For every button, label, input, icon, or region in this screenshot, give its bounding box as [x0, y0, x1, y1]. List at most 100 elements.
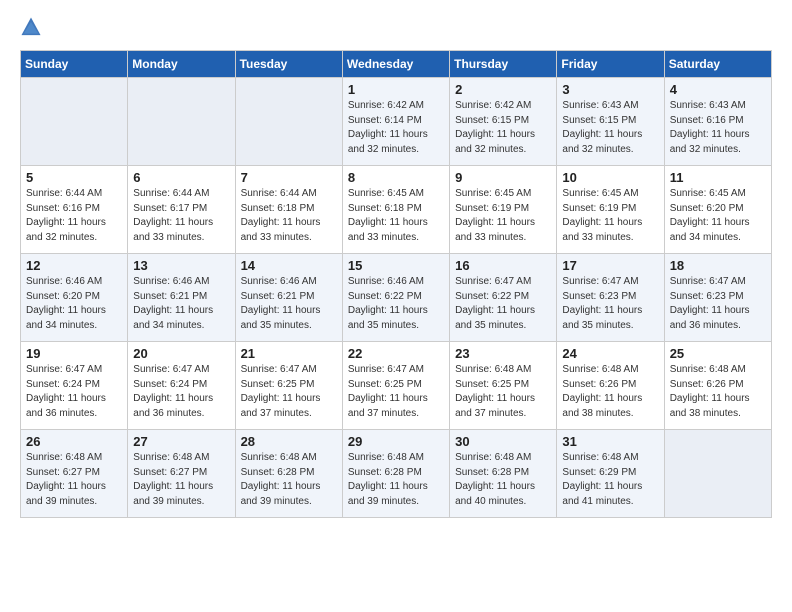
day-info: Sunrise: 6:48 AM Sunset: 6:28 PM Dayligh… — [455, 451, 551, 509]
calendar-cell: 13 Sunrise: 6:46 AM Sunset: 6:21 PM Dayli… — [128, 254, 235, 342]
logo-icon — [20, 16, 42, 38]
calendar-cell: 20 Sunrise: 6:47 AM Sunset: 6:24 PM Dayli… — [128, 342, 235, 430]
day-number: 18 — [670, 258, 766, 273]
calendar-cell: 24 Sunrise: 6:48 AM Sunset: 6:26 PM Dayli… — [557, 342, 664, 430]
weekday-header: Tuesday — [235, 51, 342, 78]
day-number: 11 — [670, 170, 766, 185]
calendar-cell: 7 Sunrise: 6:44 AM Sunset: 6:18 PM Daylig… — [235, 166, 342, 254]
page: SundayMondayTuesdayWednesdayThursdayFrid… — [0, 0, 792, 612]
day-number: 6 — [133, 170, 229, 185]
calendar-cell: 30Sunrise: 6:48 AM Sunset: 6:28 PM Dayli… — [450, 430, 557, 518]
day-info: Sunrise: 6:43 AM Sunset: 6:15 PM Dayligh… — [562, 99, 658, 157]
day-number: 14 — [241, 258, 337, 273]
calendar-table: SundayMondayTuesdayWednesdayThursdayFrid… — [20, 50, 772, 518]
weekday-header: Thursday — [450, 51, 557, 78]
day-info: Sunrise: 6:48 AM Sunset: 6:28 PM Dayligh… — [348, 451, 444, 509]
calendar-cell: 2Sunrise: 6:42 AM Sunset: 6:15 PM Daylig… — [450, 78, 557, 166]
calendar-cell — [235, 78, 342, 166]
day-info: Sunrise: 6:47 AM Sunset: 6:25 PM Dayligh… — [241, 363, 337, 421]
day-info: Sunrise: 6:45 AM Sunset: 6:19 PM Dayligh… — [562, 187, 658, 245]
day-number: 8 — [348, 170, 444, 185]
weekday-header: Friday — [557, 51, 664, 78]
day-number: 22 — [348, 346, 444, 361]
calendar-cell: 19 Sunrise: 6:47 AM Sunset: 6:24 PM Dayli… — [21, 342, 128, 430]
day-number: 24 — [562, 346, 658, 361]
day-info: Sunrise: 6:45 AM Sunset: 6:19 PM Dayligh… — [455, 187, 551, 245]
day-info: Sunrise: 6:48 AM Sunset: 6:27 PM Dayligh… — [26, 451, 122, 509]
calendar-week-row: 19 Sunrise: 6:47 AM Sunset: 6:24 PM Dayli… — [21, 342, 772, 430]
calendar-cell: 8 Sunrise: 6:45 AM Sunset: 6:18 PM Daylig… — [342, 166, 449, 254]
calendar-cell: 1 Sunrise: 6:42 AM Sunset: 6:14 PM Daylig… — [342, 78, 449, 166]
day-info: Sunrise: 6:47 AM Sunset: 6:24 PM Dayligh… — [26, 363, 122, 421]
day-info: Sunrise: 6:47 AM Sunset: 6:24 PM Dayligh… — [133, 363, 229, 421]
calendar-week-row: 26 Sunrise: 6:48 AM Sunset: 6:27 PM Dayli… — [21, 430, 772, 518]
calendar-cell: 21 Sunrise: 6:47 AM Sunset: 6:25 PM Dayli… — [235, 342, 342, 430]
day-info: Sunrise: 6:47 AM Sunset: 6:23 PM Dayligh… — [562, 275, 658, 333]
calendar-cell: 26 Sunrise: 6:48 AM Sunset: 6:27 PM Dayli… — [21, 430, 128, 518]
day-number: 26 — [26, 434, 122, 449]
day-number: 19 — [26, 346, 122, 361]
calendar-cell — [128, 78, 235, 166]
day-info: Sunrise: 6:46 AM Sunset: 6:20 PM Dayligh… — [26, 275, 122, 333]
calendar-cell: 17 Sunrise: 6:47 AM Sunset: 6:23 PM Dayli… — [557, 254, 664, 342]
calendar-cell: 10 Sunrise: 6:45 AM Sunset: 6:19 PM Dayli… — [557, 166, 664, 254]
day-number: 4 — [670, 82, 766, 97]
day-number: 3 — [562, 82, 658, 97]
logo — [20, 16, 48, 38]
day-number: 7 — [241, 170, 337, 185]
calendar-cell — [21, 78, 128, 166]
header — [20, 16, 772, 38]
day-number: 27 — [133, 434, 229, 449]
weekday-header: Wednesday — [342, 51, 449, 78]
weekday-header-row: SundayMondayTuesdayWednesdayThursdayFrid… — [21, 51, 772, 78]
calendar-cell: 28 Sunrise: 6:48 AM Sunset: 6:28 PM Dayli… — [235, 430, 342, 518]
day-info: Sunrise: 6:44 AM Sunset: 6:17 PM Dayligh… — [133, 187, 229, 245]
day-info: Sunrise: 6:48 AM Sunset: 6:29 PM Dayligh… — [562, 451, 658, 509]
calendar-cell: 23 Sunrise: 6:48 AM Sunset: 6:25 PM Dayli… — [450, 342, 557, 430]
calendar-cell: 16 Sunrise: 6:47 AM Sunset: 6:22 PM Dayli… — [450, 254, 557, 342]
day-info: Sunrise: 6:44 AM Sunset: 6:16 PM Dayligh… — [26, 187, 122, 245]
day-number: 13 — [133, 258, 229, 273]
calendar-cell — [664, 430, 771, 518]
calendar-cell: 18Sunrise: 6:47 AM Sunset: 6:23 PM Dayli… — [664, 254, 771, 342]
calendar-week-row: 12 Sunrise: 6:46 AM Sunset: 6:20 PM Dayli… — [21, 254, 772, 342]
day-info: Sunrise: 6:45 AM Sunset: 6:18 PM Dayligh… — [348, 187, 444, 245]
day-number: 28 — [241, 434, 337, 449]
day-number: 21 — [241, 346, 337, 361]
calendar-cell: 3 Sunrise: 6:43 AM Sunset: 6:15 PM Daylig… — [557, 78, 664, 166]
day-number: 17 — [562, 258, 658, 273]
calendar-week-row: 5Sunrise: 6:44 AM Sunset: 6:16 PM Daylig… — [21, 166, 772, 254]
day-info: Sunrise: 6:44 AM Sunset: 6:18 PM Dayligh… — [241, 187, 337, 245]
calendar-cell: 31Sunrise: 6:48 AM Sunset: 6:29 PM Dayli… — [557, 430, 664, 518]
day-info: Sunrise: 6:48 AM Sunset: 6:28 PM Dayligh… — [241, 451, 337, 509]
calendar-cell: 14 Sunrise: 6:46 AM Sunset: 6:21 PM Dayli… — [235, 254, 342, 342]
calendar-cell: 12 Sunrise: 6:46 AM Sunset: 6:20 PM Dayli… — [21, 254, 128, 342]
day-number: 10 — [562, 170, 658, 185]
calendar-cell: 22 Sunrise: 6:47 AM Sunset: 6:25 PM Dayli… — [342, 342, 449, 430]
calendar-week-row: 1 Sunrise: 6:42 AM Sunset: 6:14 PM Daylig… — [21, 78, 772, 166]
day-number: 12 — [26, 258, 122, 273]
day-info: Sunrise: 6:47 AM Sunset: 6:22 PM Dayligh… — [455, 275, 551, 333]
day-info: Sunrise: 6:48 AM Sunset: 6:25 PM Dayligh… — [455, 363, 551, 421]
day-info: Sunrise: 6:46 AM Sunset: 6:21 PM Dayligh… — [241, 275, 337, 333]
calendar-cell: 27Sunrise: 6:48 AM Sunset: 6:27 PM Dayli… — [128, 430, 235, 518]
calendar-cell: 25Sunrise: 6:48 AM Sunset: 6:26 PM Dayli… — [664, 342, 771, 430]
calendar-cell: 4 Sunrise: 6:43 AM Sunset: 6:16 PM Daylig… — [664, 78, 771, 166]
calendar-cell: 9Sunrise: 6:45 AM Sunset: 6:19 PM Daylig… — [450, 166, 557, 254]
calendar-cell: 15Sunrise: 6:46 AM Sunset: 6:22 PM Dayli… — [342, 254, 449, 342]
day-info: Sunrise: 6:43 AM Sunset: 6:16 PM Dayligh… — [670, 99, 766, 157]
calendar-cell: 29 Sunrise: 6:48 AM Sunset: 6:28 PM Dayli… — [342, 430, 449, 518]
day-number: 1 — [348, 82, 444, 97]
day-info: Sunrise: 6:48 AM Sunset: 6:26 PM Dayligh… — [670, 363, 766, 421]
day-info: Sunrise: 6:42 AM Sunset: 6:14 PM Dayligh… — [348, 99, 444, 157]
day-info: Sunrise: 6:46 AM Sunset: 6:21 PM Dayligh… — [133, 275, 229, 333]
day-number: 29 — [348, 434, 444, 449]
day-number: 20 — [133, 346, 229, 361]
day-number: 2 — [455, 82, 551, 97]
day-number: 16 — [455, 258, 551, 273]
day-number: 23 — [455, 346, 551, 361]
day-info: Sunrise: 6:45 AM Sunset: 6:20 PM Dayligh… — [670, 187, 766, 245]
weekday-header: Monday — [128, 51, 235, 78]
day-info: Sunrise: 6:48 AM Sunset: 6:26 PM Dayligh… — [562, 363, 658, 421]
day-info: Sunrise: 6:47 AM Sunset: 6:25 PM Dayligh… — [348, 363, 444, 421]
